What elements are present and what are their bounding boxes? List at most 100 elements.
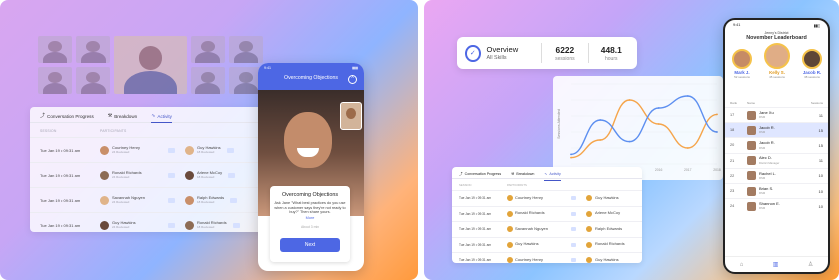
participant-name: Savannah Nguyen	[515, 225, 548, 231]
leaderboard-row[interactable]: 18 Jacob R. RSM 15	[725, 122, 828, 138]
activity-table-card-small: ⤴ Conversation Progress ⚒ Breakdown ∿ Activ…	[452, 167, 642, 264]
session-date: Tue Jan 19 • 09:31 am	[459, 242, 492, 247]
avatar	[507, 195, 513, 202]
participant-text: Guy Hawkins 18 Reviewed	[197, 145, 221, 155]
podium-third[interactable]: Jacob R. 38 sessions	[799, 49, 825, 79]
table-row[interactable]: Tue Jan 19 • 09:31 am Ronald Richards Arle…	[452, 205, 642, 222]
tab-activity[interactable]: ∿ Activity	[544, 172, 561, 181]
participant-name: Ronald Richards	[595, 241, 625, 247]
participant: Courtney Henry	[507, 256, 567, 264]
table-row[interactable]: Tue Jan 19 • 09:31 am Guy Hawkins 24 Revie…	[30, 212, 270, 237]
session-date: Tue Jan 19 • 09:31 am	[459, 258, 492, 263]
participant: Arlene McCoy 18 Reviewed	[185, 170, 222, 180]
data-point	[686, 147, 689, 149]
link-icon[interactable]	[168, 147, 175, 153]
data-point	[570, 156, 572, 159]
leaderboard-phone: 9:41 ▮▮▯ Jenny's District November Leader…	[723, 18, 830, 274]
link-icon[interactable]	[168, 222, 175, 228]
avatar	[747, 156, 756, 166]
wrench-icon: ⚒	[511, 172, 515, 176]
avatar	[747, 125, 756, 135]
session-count: 10	[818, 173, 823, 179]
prompt-title: Overcoming Objections	[281, 192, 339, 198]
table-row[interactable]: Tue Jan 19 • 09:31 am Guy Hawkins Ronald R…	[452, 236, 642, 253]
leaderboard-row[interactable]: 17 Jane Xu RSM 11	[725, 107, 828, 122]
leaderboard-row[interactable]: 21 Alec D. District Manager 11	[725, 152, 828, 168]
rank-value: 18	[730, 128, 735, 133]
avatar	[185, 170, 194, 180]
bar-chart-icon[interactable]: ▥	[773, 261, 779, 268]
data-point	[570, 153, 572, 156]
link-icon[interactable]	[232, 222, 240, 228]
person-icon[interactable]: ♙	[808, 261, 813, 268]
data-point	[716, 113, 718, 116]
participant-name: Guy Hawkins	[595, 256, 619, 262]
participant-name: Ronald Richards	[515, 210, 545, 216]
table-row[interactable]: Tue Jan 19 • 09:31 am Ronald Richards 24 R…	[30, 162, 270, 187]
avatar	[586, 257, 592, 264]
participant-name: Guy Hawkins	[515, 241, 539, 247]
link-icon[interactable]	[571, 196, 576, 201]
session-date: Tue Jan 19 • 09:31 am	[40, 197, 81, 203]
bottom-nav: ⌂ ▥ ♙	[725, 256, 828, 272]
participant-sub: 18 Reviewed	[197, 150, 215, 155]
podium-first[interactable]: Kelly S. 45 sessions	[761, 43, 793, 79]
link-icon[interactable]	[228, 172, 236, 178]
link-icon[interactable]	[230, 197, 238, 203]
hours-stat: 448.1 hours	[600, 44, 622, 62]
tab-conversation-progress[interactable]: ⤴ Conversation Progress	[459, 172, 501, 181]
overview-title: Overview	[486, 45, 519, 54]
more-link[interactable]: More	[274, 216, 346, 220]
link-icon[interactable]	[168, 197, 175, 203]
tab-breakdown[interactable]: ⚒ Breakdown	[511, 172, 534, 181]
leaderboard-row[interactable]: 23 Brian S. RSM 10	[725, 182, 828, 198]
activity-table-card: ⤴ Conversation Progress ⚒ Breakdown ∿ Activ…	[30, 107, 270, 232]
avatar	[747, 201, 756, 211]
participant: Courtney Henry	[507, 195, 567, 202]
overview-stats-card: ✓ Overview All Skills 6222 sessions 448.…	[457, 37, 637, 69]
overview-subtitle: All Skills	[486, 55, 507, 61]
self-view-pip	[340, 102, 362, 130]
chevron-up-icon[interactable]: ^	[348, 75, 357, 84]
tab-conversation-progress[interactable]: ⤴ Conversation Progress	[40, 114, 94, 123]
session-date: Tue Jan 19 • 09:31 am	[40, 172, 81, 178]
tab-activity[interactable]: ∿ Activity	[151, 114, 172, 123]
name-block: Brian S. RSM	[759, 186, 773, 195]
participant: Arlene McCoy	[586, 210, 620, 217]
podium-second[interactable]: Mark J. 52 sessions	[729, 49, 755, 79]
participant-sub: 18 Reviewed	[197, 225, 215, 230]
link-icon[interactable]	[226, 147, 234, 153]
leaderboard-row[interactable]: 22 Rachel L. RSM 10	[725, 167, 828, 183]
table-row[interactable]: Tue Jan 19 • 09:31 am Courtney Henry 24 Re…	[30, 137, 270, 162]
video-tile	[38, 67, 73, 94]
link-icon[interactable]	[571, 258, 576, 263]
data-point	[686, 95, 689, 97]
link-icon[interactable]	[571, 242, 576, 247]
name-block: Jane Xu RSM	[759, 110, 774, 119]
link-icon[interactable]	[571, 211, 576, 216]
link-icon[interactable]	[571, 227, 576, 232]
session-count: 11	[818, 158, 823, 164]
leaderboard-row[interactable]: 24 Shannon E. RSM 10	[725, 198, 828, 213]
table-row[interactable]: Tue Jan 19 • 09:31 am Savannah Nguyen 24 R…	[30, 187, 270, 212]
link-icon[interactable]	[168, 172, 175, 178]
participant-name: Courtney Henry	[515, 256, 544, 262]
data-point	[657, 123, 660, 125]
next-button[interactable]: Next	[280, 238, 340, 252]
tab-breakdown[interactable]: ⚒ Breakdown	[108, 114, 137, 123]
participant-text: Savannah Nguyen 24 Reviewed	[112, 195, 145, 204]
table-row[interactable]: Tue Jan 19 • 09:31 am Courtney Henry Guy H…	[452, 190, 642, 206]
table-row[interactable]: Tue Jan 19 • 09:31 am Courtney Henry Guy H…	[452, 252, 642, 268]
table-row[interactable]: Tue Jan 19 • 09:31 am Savannah Nguyen Ralp…	[452, 221, 642, 237]
participant: Guy Hawkins 18 Reviewed	[185, 145, 221, 155]
left-promo-panel: ⤴ Conversation Progress ⚒ Breakdown ∿ Activ…	[0, 0, 418, 280]
leaderboard-row[interactable]: 20 Jacob R. RSM 15	[725, 137, 828, 152]
participant: Ralph Edwards	[586, 226, 622, 233]
home-icon[interactable]: ⌂	[740, 262, 744, 268]
participant-text: Ralph Edwards 18 Reviewed	[197, 195, 224, 204]
pulse-icon: ∿	[151, 113, 156, 119]
rank-value: 22	[730, 173, 735, 178]
participant-sub: 18 Reviewed	[197, 175, 215, 180]
avatar	[747, 110, 756, 120]
name-block: Jacob R. RSM	[759, 125, 775, 134]
